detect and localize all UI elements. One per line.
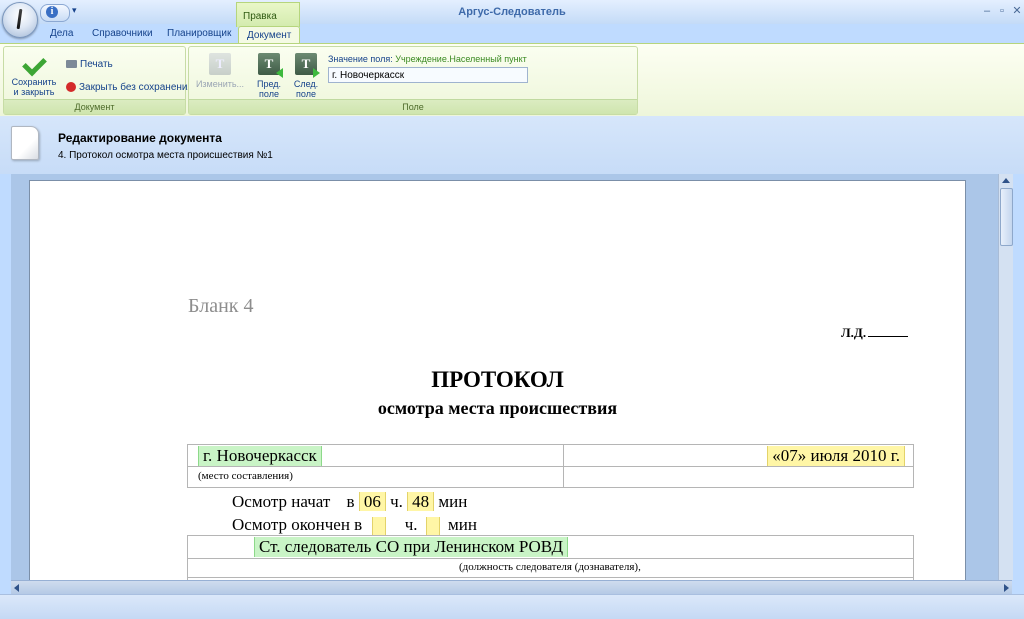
start-h: ч. — [390, 492, 403, 511]
start-time-row: Осмотр начат в 06 ч. 48 мин — [232, 492, 467, 512]
change-label: Изменить... — [195, 79, 245, 89]
start-min: мин — [438, 492, 468, 511]
vertical-scroll-thumb[interactable] — [1000, 188, 1013, 246]
minimize-icon[interactable]: – — [980, 5, 994, 17]
start-label: Осмотр начат — [232, 492, 331, 511]
title-bar: i ▾ Аргус-Следователь – ▫ ✕ — [0, 0, 1024, 24]
end-label: Осмотр окончен в — [232, 515, 363, 534]
tab-planner[interactable]: Планировщик — [167, 28, 231, 44]
save-and-close-button[interactable]: Сохранить и закрыть — [8, 51, 60, 97]
place-field[interactable]: г. Новочеркасск — [198, 446, 322, 466]
document-title: Редактирование документа — [58, 131, 222, 145]
maximize-icon[interactable]: ▫ — [995, 5, 1009, 17]
blank-number: Бланк 4 — [188, 295, 254, 317]
application-button[interactable] — [2, 2, 38, 38]
field-value-caption: Значение поля: Учреждение.Населенный пун… — [328, 54, 527, 64]
change-field-button[interactable]: T Изменить... — [194, 53, 246, 89]
end-hour-field[interactable] — [372, 517, 387, 536]
save-label-line1: Сохранить — [11, 77, 57, 87]
tab-directories[interactable]: Справочники — [92, 28, 153, 44]
case-sheet-label: Л.Д. — [841, 325, 909, 341]
group-field-label: Поле — [189, 99, 637, 114]
end-min: мин — [448, 515, 477, 534]
vertical-scrollbar[interactable] — [998, 174, 1013, 580]
prev-label-line1: Пред. — [256, 79, 282, 89]
close-icon[interactable]: ✕ — [1010, 5, 1024, 17]
scroll-up-icon[interactable] — [1002, 178, 1010, 183]
document-subtitle: 4. Протокол осмотра места происшествия №… — [58, 150, 273, 161]
scroll-left-icon[interactable] — [14, 584, 19, 592]
status-bar — [0, 594, 1024, 619]
print-button[interactable]: Печать — [66, 59, 113, 70]
window-title: Аргус-Следователь — [458, 6, 566, 18]
document-icon — [11, 126, 39, 160]
group-field: T Изменить... T Пред. поле T След. поле … — [188, 46, 638, 115]
printer-icon — [66, 60, 77, 69]
protocol-title: ПРОТОКОЛ — [431, 367, 564, 392]
ld-label: Л.Д. — [841, 325, 867, 340]
document-page[interactable]: Бланк 4 Л.Д. ПРОТОКОЛ осмотра места прои… — [29, 180, 966, 582]
group-document-label: Документ — [4, 99, 185, 114]
investigator-cell: Ст. следователь СО при Ленинском РОВД — [187, 535, 914, 559]
next-label-line1: След. — [293, 79, 319, 89]
group-document: Сохранить и закрыть Печать Закрыть без с… — [3, 46, 193, 115]
close-without-saving-label: Закрыть без сохранения — [79, 82, 193, 93]
end-h: ч. — [404, 515, 418, 534]
horizontal-scrollbar[interactable] — [11, 580, 1012, 594]
investigator-hint: (должность следователя (дознавателя), — [459, 561, 641, 573]
previous-field-icon: T — [258, 53, 283, 78]
next-label-line2: поле — [296, 89, 316, 99]
field-value-path: Учреждение.Населенный пункт — [395, 54, 527, 64]
document-viewport[interactable]: Бланк 4 Л.Д. ПРОТОКОЛ осмотра места прои… — [11, 174, 998, 582]
contextual-group-label: Правка — [243, 11, 277, 22]
start-hour-field[interactable]: 06 — [358, 492, 386, 511]
next-field-icon: T — [295, 53, 320, 78]
scroll-right-icon[interactable] — [1004, 584, 1009, 592]
start-minute-field[interactable]: 48 — [407, 492, 435, 511]
close-without-saving-button[interactable]: Закрыть без сохранения — [66, 82, 193, 93]
checkmark-icon — [21, 51, 47, 77]
pen-icon — [16, 8, 23, 30]
stop-icon — [66, 82, 76, 93]
field-edit-icon: T — [209, 53, 231, 75]
document-header: Редактирование документа 4. Протокол осм… — [0, 116, 1024, 174]
tab-cases[interactable]: Дела — [50, 28, 73, 44]
place-cell: г. Новочеркасск — [187, 444, 564, 467]
place-hint: (место составления) — [198, 470, 293, 482]
field-value-caption-text: Значение поля: — [328, 54, 393, 64]
end-time-row: Осмотр окончен в ч. мин — [232, 515, 477, 536]
field-value-input[interactable] — [328, 67, 528, 83]
print-label: Печать — [80, 59, 113, 70]
next-field-button[interactable]: T След. поле — [290, 53, 322, 99]
protocol-subtitle: осмотра места происшествия — [377, 398, 618, 418]
prev-label-line2: поле — [259, 89, 279, 99]
contextual-tab-group: Правка — [236, 2, 300, 27]
save-label-line2: и закрыть — [13, 87, 55, 97]
empty-cell — [563, 466, 914, 488]
investigator-field[interactable]: Ст. следователь СО при Ленинском РОВД — [254, 537, 569, 557]
date-cell: «07» июля 2010 г. — [563, 444, 914, 467]
previous-field-button[interactable]: T Пред. поле — [253, 53, 285, 99]
ribbon: Сохранить и закрыть Печать Закрыть без с… — [0, 43, 1024, 117]
place-hint-cell: (место составления) — [187, 466, 564, 488]
start-in: в — [346, 492, 355, 511]
date-field[interactable]: «07» июля 2010 г. — [767, 446, 905, 466]
investigator-hint-cell: (должность следователя (дознавателя), — [187, 558, 914, 578]
end-minute-field[interactable] — [425, 517, 440, 536]
